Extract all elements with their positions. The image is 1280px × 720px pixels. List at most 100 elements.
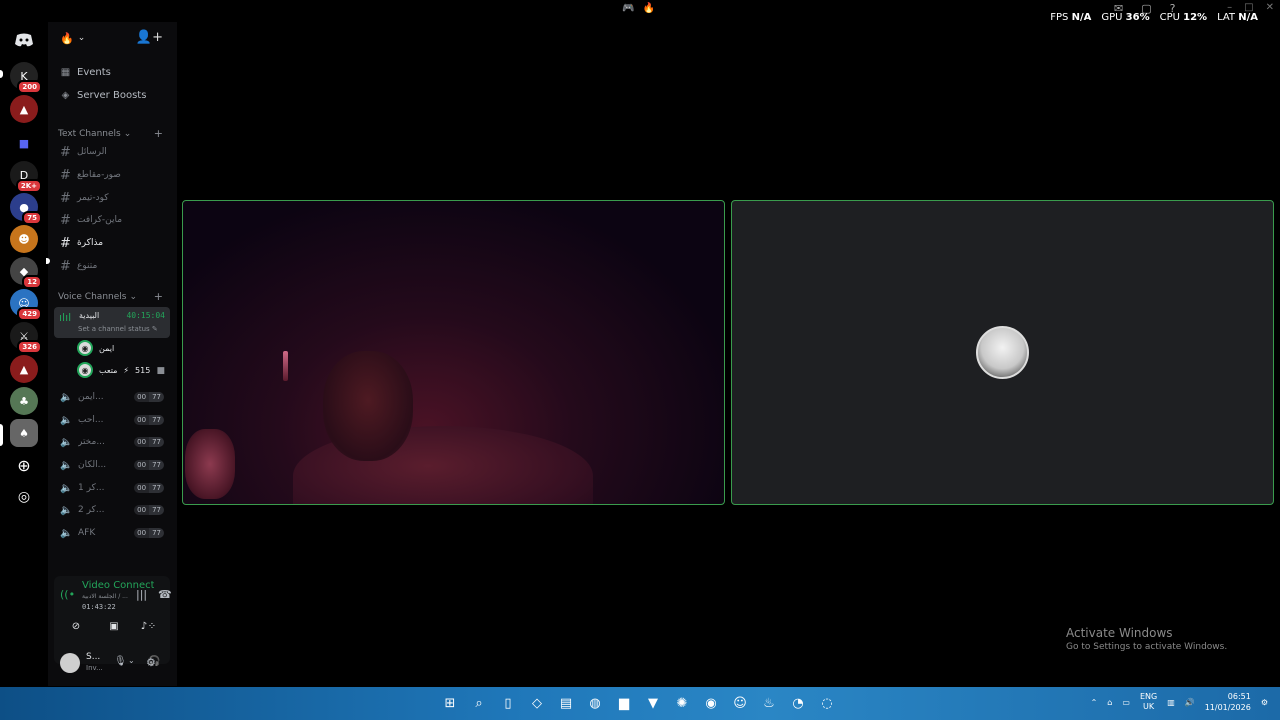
mention-badge: 2K+: [15, 179, 42, 193]
user-limit: 00 77: [134, 483, 164, 493]
volume-icon[interactable]: 🔊: [1185, 698, 1195, 707]
speaker-icon: 🔈: [60, 482, 73, 494]
server-icon[interactable]: ☻: [10, 225, 38, 253]
close-icon[interactable]: ✕: [1266, 2, 1274, 13]
lang-region: UK: [1143, 702, 1155, 711]
server-icon[interactable]: D 2K+: [10, 161, 42, 193]
discord-icon[interactable]: ☺: [730, 693, 750, 713]
voice-channel[interactable]: 🔈 مختر... 00 77: [60, 432, 170, 452]
username[interactable]: S...: [86, 652, 100, 662]
maximize-icon[interactable]: □: [1244, 2, 1253, 13]
file-icon[interactable]: ▯: [498, 693, 518, 713]
server-icon[interactable]: ⚔ 326: [10, 322, 42, 354]
gauge-icon[interactable]: ◔: [788, 693, 808, 713]
discover-icon[interactable]: ◎: [10, 483, 38, 511]
avatar: ◉: [77, 340, 93, 356]
chevron-down-icon: ⌄: [129, 292, 137, 302]
soundboard-button[interactable]: ♪: [130, 616, 158, 636]
voice-channel[interactable]: 🔈 2 كر... 00 77: [60, 500, 170, 520]
title-bar: 🎮 🔥 ✉ ▢ ? FPS N/A GPU 36% CPU 12% LAT N/…: [0, 0, 1280, 23]
speaker-icon: 🔈: [60, 391, 73, 403]
edge-icon[interactable]: ◍: [585, 693, 605, 713]
server-icon[interactable]: ▲: [10, 95, 38, 123]
screen-share-button[interactable]: ▣: [100, 616, 128, 636]
server-icon[interactable]: ● 75: [10, 193, 42, 225]
fire-icon: 🔥: [642, 3, 655, 14]
events-link[interactable]: ▦ Events: [60, 67, 111, 78]
text-channels-category[interactable]: Text Channels ⌄: [58, 129, 131, 139]
server-icon[interactable]: ◆ 12: [10, 257, 42, 289]
server-icon[interactable]: K 200: [10, 62, 42, 94]
add-text-channel-icon[interactable]: +: [154, 127, 163, 140]
channel-status-button[interactable]: Set a channel status ✎: [78, 325, 158, 333]
settings-gear-icon[interactable]: ⚙: [146, 656, 156, 669]
connection-signal-icon[interactable]: ((•: [60, 588, 75, 601]
notification-icon[interactable]: ⚙: [1261, 698, 1268, 707]
category-label: Text Channels: [58, 129, 121, 139]
server-icon[interactable]: ☺ 429: [10, 289, 42, 321]
rail-selected-pill: [0, 424, 3, 446]
avatar: [976, 326, 1029, 379]
server-icon-selected[interactable]: ♠: [10, 419, 38, 447]
store-icon[interactable]: ▤: [556, 693, 576, 713]
voice-channel-label: AFK: [78, 528, 96, 538]
steelseries-icon[interactable]: ✺: [672, 693, 692, 713]
add-server-icon[interactable]: ⊕: [10, 451, 38, 479]
video-tile-no-camera[interactable]: [731, 200, 1274, 505]
recorder-icon[interactable]: ◌: [817, 693, 837, 713]
minimize-icon[interactable]: –: [1227, 2, 1232, 13]
app-icon[interactable]: ◉: [701, 693, 721, 713]
camera-off-button[interactable]: ⊘: [62, 616, 90, 636]
disconnect-icon[interactable]: ☎: [158, 588, 172, 601]
voice-channel[interactable]: 🔈 ايمن... 00 77: [60, 387, 170, 407]
chevron-down-icon[interactable]: ⌄: [128, 656, 135, 665]
video-tile-camera[interactable]: [182, 200, 725, 505]
channel-item-unread[interactable]: # مذاكرة: [60, 233, 170, 253]
channel-item[interactable]: # ماين-كرافت: [60, 210, 170, 230]
voice-channel-label: مختر...: [78, 437, 105, 447]
invite-people-icon[interactable]: 👤+: [136, 30, 163, 45]
user-limit: 00 77: [134, 437, 164, 447]
noise-suppression-icon[interactable]: |||: [136, 588, 147, 601]
channel-item[interactable]: # صور-مقاطع: [60, 165, 170, 185]
discord-home-icon[interactable]: [10, 26, 38, 54]
voice-channel[interactable]: 🔈 الكان... 00 77: [60, 455, 170, 475]
search-icon[interactable]: ⌕: [469, 693, 489, 713]
server-icon[interactable]: ♣: [10, 387, 38, 415]
steam-icon[interactable]: ♨: [759, 693, 779, 713]
cpu-value: 12%: [1183, 12, 1208, 23]
active-voice-channel[interactable]: ılıl البيدية 40:15:04 Set a channel stat…: [54, 307, 170, 338]
folder-icon[interactable]: ■: [10, 129, 38, 157]
channel-item[interactable]: # كود-تيمر: [60, 188, 170, 208]
voice-channel[interactable]: 🔈 احب... 00 77: [60, 410, 170, 430]
voice-timer: 40:15:04: [126, 311, 165, 320]
windows-start-icon[interactable]: ⊞: [440, 693, 460, 713]
avatar[interactable]: [60, 653, 80, 673]
channel-item[interactable]: # متنوع: [60, 256, 170, 276]
voice-channel[interactable]: 🔈 AFK 00 77: [60, 523, 170, 543]
mention-badge: 12: [22, 275, 42, 289]
network-icon[interactable]: ⌂: [1107, 698, 1112, 707]
mention-badge: 200: [17, 80, 42, 94]
user-status: Inv...: [86, 664, 103, 672]
voice-channel[interactable]: 🔈 1 كر... 00 77: [60, 478, 170, 498]
gpu-label: GPU: [1101, 12, 1123, 23]
server-icon[interactable]: ▲: [10, 355, 38, 383]
add-voice-channel-icon[interactable]: +: [154, 290, 163, 303]
user-limit: 00 77: [134, 415, 164, 425]
voice-user[interactable]: ◉ ايمن: [77, 339, 114, 357]
voice-user[interactable]: ◉ متعب ⚡ 515: [77, 361, 150, 379]
copilot-icon[interactable]: ◇: [527, 693, 547, 713]
clock[interactable]: 06:51 11/01/2026: [1205, 691, 1251, 713]
voice-channels-category[interactable]: Voice Channels ⌄: [58, 292, 137, 302]
channel-item[interactable]: # الرسائل: [60, 142, 170, 162]
server-boosts-link[interactable]: ◈ Server Boosts: [60, 90, 147, 101]
voice-channel-label: الكان...: [78, 460, 107, 470]
tray-chevron-up-icon[interactable]: ⌃: [1091, 698, 1098, 707]
folder-icon[interactable]: ▆: [614, 693, 634, 713]
display-icon[interactable]: ▭: [1122, 698, 1130, 707]
wifi-icon[interactable]: ▥: [1167, 698, 1175, 707]
brave-icon[interactable]: ▼: [643, 693, 663, 713]
microphone-icon[interactable]: 🎙: [114, 656, 127, 667]
language-indicator[interactable]: ENG UK: [1140, 692, 1157, 712]
